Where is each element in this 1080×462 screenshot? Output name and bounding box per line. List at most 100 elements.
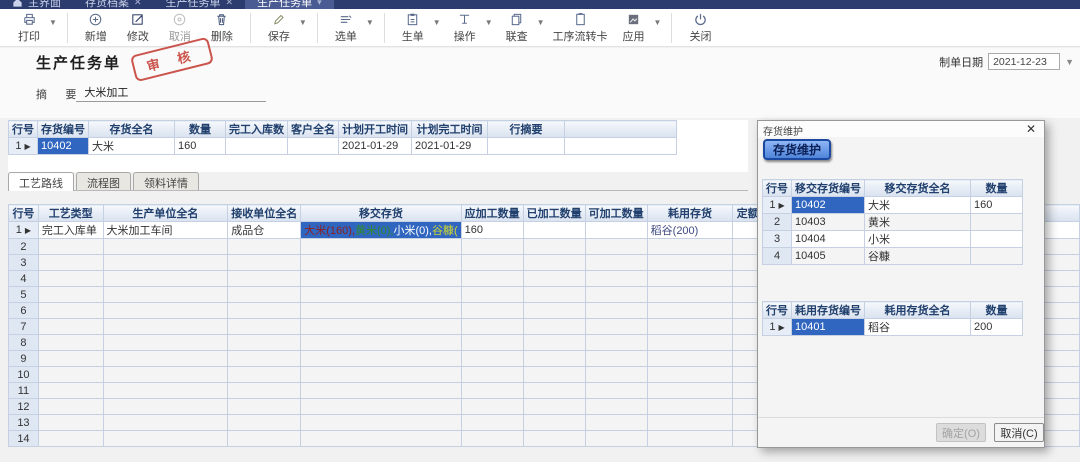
chevron-down-icon[interactable]: ▼ bbox=[485, 18, 493, 27]
print-button[interactable]: 打印 bbox=[13, 12, 45, 44]
row-number-cell[interactable]: 12 bbox=[9, 399, 39, 415]
row-number-cell[interactable]: 3 bbox=[9, 255, 39, 271]
plan-end-cell[interactable]: 2021-01-29 bbox=[412, 138, 488, 155]
chevron-down-icon[interactable]: ▼ bbox=[299, 18, 307, 27]
grid-cell[interactable] bbox=[585, 383, 647, 399]
grid-cell[interactable] bbox=[523, 415, 585, 431]
grid-cell[interactable] bbox=[38, 271, 103, 287]
to-process-qty-cell[interactable]: 160 bbox=[461, 222, 523, 239]
consume-name-cell[interactable]: 稻谷 bbox=[865, 319, 971, 336]
recv-unit-cell[interactable]: 成品仓 bbox=[228, 222, 301, 239]
cancel-dialog-button[interactable]: 取消(C) bbox=[994, 423, 1044, 442]
row-number-cell[interactable]: 7 bbox=[9, 319, 39, 335]
grid-cell[interactable] bbox=[585, 271, 647, 287]
qty-cell[interactable] bbox=[971, 214, 1023, 231]
linked-query-button[interactable]: 联查 bbox=[501, 12, 533, 44]
grid-cell[interactable] bbox=[38, 335, 103, 351]
col-header-consume-name[interactable]: 耗用存货全名 bbox=[865, 302, 971, 319]
grid-cell[interactable] bbox=[301, 287, 461, 303]
grid-cell[interactable] bbox=[103, 431, 228, 447]
col-header-prod-unit[interactable]: 生产单位全名 bbox=[103, 205, 228, 222]
transfer-row[interactable]: 2 10403 黄米 bbox=[763, 214, 1023, 231]
grid-cell[interactable] bbox=[585, 319, 647, 335]
grid-cell[interactable] bbox=[523, 335, 585, 351]
grid-cell[interactable] bbox=[228, 335, 301, 351]
grid-cell[interactable] bbox=[461, 239, 523, 255]
grid-cell[interactable] bbox=[585, 255, 647, 271]
grid-cell[interactable] bbox=[585, 415, 647, 431]
finished-qty-cell[interactable] bbox=[226, 138, 288, 155]
chevron-down-icon[interactable]: ▾ bbox=[317, 0, 322, 8]
save-button[interactable]: 保存 bbox=[263, 12, 295, 44]
transfer-code-cell[interactable]: 10405 bbox=[792, 248, 865, 265]
grid-cell[interactable] bbox=[103, 383, 228, 399]
qty-cell[interactable]: 160 bbox=[175, 138, 226, 155]
col-header-inventory-name[interactable]: 存货全名 bbox=[89, 121, 175, 138]
inventory-maintenance-button[interactable]: 存货维护 bbox=[763, 139, 831, 160]
grid-cell[interactable] bbox=[647, 303, 733, 319]
grid-cell[interactable] bbox=[461, 335, 523, 351]
transfer-row[interactable]: 3 10404 小米 bbox=[763, 231, 1023, 248]
transfer-name-cell[interactable]: 小米 bbox=[865, 231, 971, 248]
row-number-cell[interactable]: 2 bbox=[763, 214, 792, 231]
col-header-line-note[interactable]: 行摘要 bbox=[488, 121, 565, 138]
row-number-cell[interactable]: 13 bbox=[9, 415, 39, 431]
transfer-code-cell[interactable]: 10402 bbox=[792, 197, 865, 214]
row-number-cell[interactable]: 11 bbox=[9, 383, 39, 399]
grid-cell[interactable] bbox=[647, 383, 733, 399]
grid-cell[interactable] bbox=[301, 319, 461, 335]
grid-cell[interactable] bbox=[228, 271, 301, 287]
date-input[interactable]: 2021-12-23 bbox=[988, 53, 1060, 70]
grid-cell[interactable] bbox=[38, 367, 103, 383]
grid-cell[interactable] bbox=[38, 351, 103, 367]
tab-production-task-2[interactable]: 生产任务单 ▾ bbox=[245, 0, 334, 9]
process-flow-card-button[interactable]: 工序流转卡 bbox=[553, 12, 608, 44]
summary-input[interactable]: 大米加工 bbox=[76, 84, 266, 102]
qty-cell[interactable]: 160 bbox=[971, 197, 1023, 214]
grid-cell[interactable] bbox=[103, 303, 228, 319]
grid-cell[interactable] bbox=[461, 383, 523, 399]
tab-production-task-1[interactable]: 生产任务单 ✕ bbox=[154, 0, 246, 9]
grid-cell[interactable] bbox=[461, 351, 523, 367]
grid-cell[interactable] bbox=[461, 271, 523, 287]
transfer-name-cell[interactable]: 黄米 bbox=[865, 214, 971, 231]
col-header-qty[interactable]: 数量 bbox=[971, 180, 1023, 197]
grid-cell[interactable] bbox=[103, 287, 228, 303]
grid-cell[interactable] bbox=[103, 399, 228, 415]
grid-cell[interactable] bbox=[103, 255, 228, 271]
grid-cell[interactable] bbox=[647, 239, 733, 255]
tab-flow-chart[interactable]: 流程图 bbox=[76, 172, 131, 190]
consume-code-cell[interactable]: 10401 bbox=[792, 319, 865, 336]
col-header-customer[interactable]: 客户全名 bbox=[288, 121, 339, 138]
col-header-processed-qty[interactable]: 已加工数量 bbox=[523, 205, 585, 222]
grid-cell[interactable] bbox=[301, 239, 461, 255]
grid-cell[interactable] bbox=[301, 399, 461, 415]
col-header-process-type[interactable]: 工艺类型 bbox=[38, 205, 103, 222]
tab-main-screen[interactable]: 主界面 bbox=[0, 0, 73, 9]
close-button[interactable]: 关闭 bbox=[684, 12, 716, 44]
grid-cell[interactable] bbox=[523, 383, 585, 399]
row-number-cell[interactable]: 14 bbox=[9, 431, 39, 447]
chevron-down-icon[interactable]: ▼ bbox=[1065, 57, 1074, 67]
chevron-down-icon[interactable]: ▼ bbox=[49, 18, 57, 27]
inventory-code-cell[interactable]: 10402 bbox=[38, 138, 89, 155]
grid-cell[interactable] bbox=[647, 271, 733, 287]
ok-button[interactable]: 确定(O) bbox=[936, 423, 986, 442]
col-header-consume-code[interactable]: 耗用存货编号 bbox=[792, 302, 865, 319]
dialog-titlebar[interactable]: 存货维护 ✕ bbox=[758, 121, 1044, 137]
add-button[interactable]: 新增 bbox=[80, 12, 112, 44]
grid-cell[interactable] bbox=[585, 399, 647, 415]
generate-order-button[interactable]: 生单 bbox=[397, 12, 429, 44]
chevron-down-icon[interactable]: ▼ bbox=[654, 18, 662, 27]
chevron-down-icon[interactable]: ▼ bbox=[433, 18, 441, 27]
grid-cell[interactable] bbox=[461, 431, 523, 447]
grid-cell[interactable] bbox=[38, 415, 103, 431]
grid-cell[interactable] bbox=[228, 239, 301, 255]
col-header-row-no[interactable]: 行号 bbox=[763, 180, 792, 197]
grid-cell[interactable] bbox=[301, 415, 461, 431]
grid-cell[interactable] bbox=[523, 239, 585, 255]
grid-cell[interactable] bbox=[38, 303, 103, 319]
order-line-row[interactable]: 1▶ 10402 大米 160 2021-01-29 2021-01-29 bbox=[9, 138, 677, 155]
row-number-cell[interactable]: 8 bbox=[9, 335, 39, 351]
col-header-transfer-inventory[interactable]: 移交存货 bbox=[301, 205, 461, 222]
